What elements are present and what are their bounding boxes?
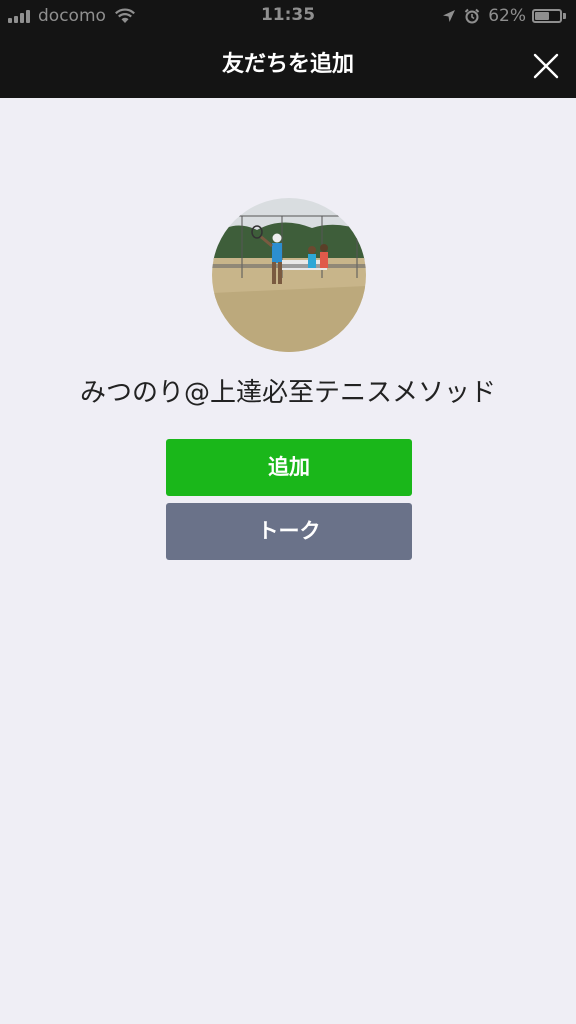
avatar-photo [212,198,366,352]
status-right: 62% [442,5,566,27]
profile-name: みつのり@上達必至テニスメソッド [79,378,496,408]
status-bar: docomo 11:35 62% [0,0,576,32]
nav-bar: 友だちを追加 [0,32,576,98]
add-friend-button[interactable]: 追加 [166,439,412,496]
location-icon [443,10,456,22]
page-title: 友だちを追加 [221,52,354,77]
battery-percent: 62% [488,6,526,26]
alarm-icon [464,8,480,24]
avatar[interactable] [212,198,366,352]
close-icon[interactable] [530,50,562,82]
talk-button[interactable]: トーク [166,503,412,560]
battery-level [535,12,550,20]
battery-tip [563,13,566,19]
battery-icon [532,9,562,23]
